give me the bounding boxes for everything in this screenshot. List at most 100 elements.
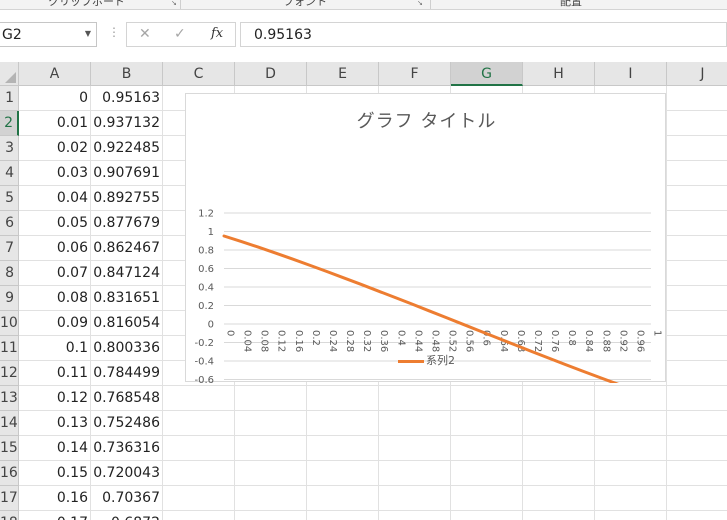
column-header-g[interactable]: G: [451, 62, 523, 86]
cell-a12[interactable]: 0.11: [19, 361, 91, 386]
cell-a5[interactable]: 0.04: [19, 186, 91, 211]
formula-buttons: ✕ ✓ fx: [126, 22, 236, 47]
cell-b17[interactable]: 0.70367: [91, 486, 163, 511]
row-header-5[interactable]: 5: [0, 186, 19, 211]
formula-bar: G2 ▼ ⋮ ✕ ✓ fx 0.95163: [0, 10, 727, 62]
clipboard-launcher-icon[interactable]: ↘: [171, 0, 177, 7]
column-header-h[interactable]: H: [523, 62, 595, 86]
cell-b11[interactable]: 0.800336: [91, 336, 163, 361]
x-tick-label: 0.8: [566, 330, 577, 346]
column-header-j[interactable]: J: [667, 62, 727, 86]
row-header-14[interactable]: 14: [0, 411, 19, 436]
column-header-c[interactable]: C: [163, 62, 235, 86]
cell-b18[interactable]: 0.6872: [91, 511, 163, 520]
cell-a8[interactable]: 0.07: [19, 261, 91, 286]
chevron-down-icon[interactable]: ▼: [85, 29, 91, 38]
cell-a16[interactable]: 0.15: [19, 461, 91, 486]
row-header-7[interactable]: 7: [0, 236, 19, 261]
column-header-e[interactable]: E: [307, 62, 379, 86]
cell-b4[interactable]: 0.907691: [91, 161, 163, 186]
row-header-8[interactable]: 8: [0, 261, 19, 286]
row-header-1[interactable]: 1: [0, 86, 19, 111]
cell-a17[interactable]: 0.16: [19, 486, 91, 511]
legend-swatch: [398, 359, 424, 363]
ribbon-group-font: フォント: [283, 0, 327, 8]
select-all-button[interactable]: [0, 62, 19, 86]
cell-b6[interactable]: 0.877679: [91, 211, 163, 236]
ribbon-separator: [430, 0, 431, 9]
x-tick-label: 0.44: [412, 330, 423, 352]
cell-b10[interactable]: 0.816054: [91, 311, 163, 336]
vertical-dots-icon[interactable]: ⋮: [108, 25, 120, 39]
column-header-d[interactable]: D: [235, 62, 307, 86]
y-tick-label: 1: [208, 227, 214, 238]
cell-b1[interactable]: 0.95163: [91, 86, 163, 111]
cell-a3[interactable]: 0.02: [19, 136, 91, 161]
x-tick-label: 0.04: [242, 330, 253, 352]
cell-b14[interactable]: 0.752486: [91, 411, 163, 436]
cell-b9[interactable]: 0.831651: [91, 286, 163, 311]
cell-a2[interactable]: 0.01: [19, 111, 91, 136]
cell-a4[interactable]: 0.03: [19, 161, 91, 186]
cell-a9[interactable]: 0.08: [19, 286, 91, 311]
row-header-17[interactable]: 17: [0, 486, 19, 511]
x-tick-label: 0.08: [259, 330, 270, 352]
cell-a15[interactable]: 0.14: [19, 436, 91, 461]
cell-a7[interactable]: 0.06: [19, 236, 91, 261]
cell-a11[interactable]: 0.1: [19, 336, 91, 361]
excel-window: クリップボード ↘ フォント ↘ 配置 G2 ▼ ⋮ ✕ ✓ fx 0.9516…: [0, 0, 727, 520]
name-box[interactable]: G2 ▼: [0, 22, 97, 47]
row-header-13[interactable]: 13: [0, 386, 19, 411]
x-tick-label: 0.92: [617, 330, 628, 352]
cell-b13[interactable]: 0.768548: [91, 386, 163, 411]
cell-a1[interactable]: 0: [19, 86, 91, 111]
column-header-a[interactable]: A: [19, 62, 91, 86]
row-header-2[interactable]: 2: [0, 111, 19, 136]
x-tick-label: 0.2: [310, 330, 321, 346]
cancel-icon[interactable]: ✕: [139, 26, 151, 42]
x-tick-label: 0.16: [293, 330, 304, 352]
cell-a13[interactable]: 0.12: [19, 386, 91, 411]
cell-b3[interactable]: 0.922485: [91, 136, 163, 161]
row-header-10[interactable]: 10: [0, 311, 19, 336]
line-chart[interactable]: グラフ タイトル 1.210.80.60.40.20-0.2-0.4-0.6-0…: [185, 93, 667, 383]
x-tick-label: 0.24: [327, 330, 338, 352]
row-header-11[interactable]: 11: [0, 336, 19, 361]
legend-label: 系列2: [426, 354, 455, 367]
column-header-i[interactable]: I: [595, 62, 667, 86]
y-tick-label: -0.2: [194, 338, 214, 349]
cell-a14[interactable]: 0.13: [19, 411, 91, 436]
formula-input[interactable]: 0.95163: [240, 22, 727, 47]
cell-b5[interactable]: 0.892755: [91, 186, 163, 211]
row-header-9[interactable]: 9: [0, 286, 19, 311]
chart-legend[interactable]: 系列2: [186, 352, 667, 368]
row-header-4[interactable]: 4: [0, 161, 19, 186]
cell-b12[interactable]: 0.784499: [91, 361, 163, 386]
insert-function-icon[interactable]: fx: [211, 26, 223, 41]
cell-a18[interactable]: 0.17: [19, 511, 91, 520]
row-header-18[interactable]: 18: [0, 511, 19, 520]
cell-b16[interactable]: 0.720043: [91, 461, 163, 486]
row-header-15[interactable]: 15: [0, 436, 19, 461]
row-header-3[interactable]: 3: [0, 136, 19, 161]
cell-a10[interactable]: 0.09: [19, 311, 91, 336]
chart-plot: 1.210.80.60.40.20-0.2-0.4-0.6-0.800.040.…: [194, 209, 663, 383]
column-header-f[interactable]: F: [379, 62, 451, 86]
name-box-value: G2: [2, 27, 22, 43]
ribbon-group-labels: クリップボード ↘ フォント ↘ 配置: [0, 0, 727, 10]
row-header-16[interactable]: 16: [0, 461, 19, 486]
y-tick-label: 0.2: [198, 301, 214, 312]
cell-b8[interactable]: 0.847124: [91, 261, 163, 286]
cell-b2[interactable]: 0.937132: [91, 111, 163, 136]
cell-b15[interactable]: 0.736316: [91, 436, 163, 461]
check-icon[interactable]: ✓: [174, 26, 186, 42]
font-launcher-icon[interactable]: ↘: [417, 0, 423, 7]
row-header-12[interactable]: 12: [0, 361, 19, 386]
y-tick-label: 0.4: [198, 283, 214, 294]
x-tick-label: 0.84: [583, 330, 594, 352]
ribbon-group-alignment: 配置: [560, 0, 582, 8]
cell-a6[interactable]: 0.05: [19, 211, 91, 236]
column-header-b[interactable]: B: [91, 62, 163, 86]
cell-b7[interactable]: 0.862467: [91, 236, 163, 261]
row-header-6[interactable]: 6: [0, 211, 19, 236]
